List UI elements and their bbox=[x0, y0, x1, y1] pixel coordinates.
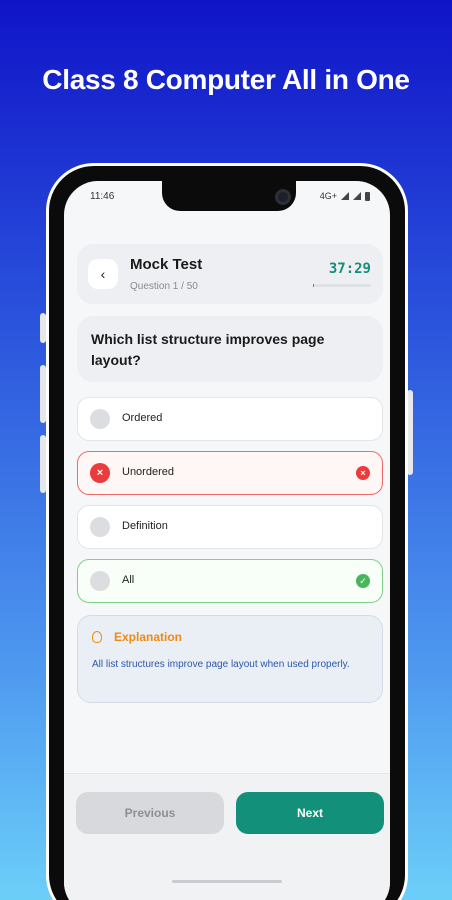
phone-frame: 11:46 4G+ ‹ Mock Test Question 1 / 50 37… bbox=[46, 163, 408, 900]
close-circle-icon: × bbox=[356, 466, 370, 480]
explanation-text: All list structures improve page layout … bbox=[92, 659, 350, 670]
navigation-footer: Previous Next bbox=[64, 773, 390, 900]
countdown-timer: 37:29 bbox=[328, 261, 371, 277]
quiz-header: ‹ Mock Test Question 1 / 50 37:29 bbox=[77, 244, 383, 304]
option-label: Ordered bbox=[122, 412, 163, 424]
option-definition[interactable]: Definition bbox=[77, 505, 383, 549]
phone-notch bbox=[162, 181, 296, 211]
back-button[interactable]: ‹ bbox=[88, 259, 118, 289]
option-label: All bbox=[122, 574, 135, 586]
option-ordered[interactable]: Ordered bbox=[77, 397, 383, 441]
question-counter: Question 1 / 50 bbox=[130, 281, 198, 292]
radio-circle-icon bbox=[90, 517, 110, 537]
previous-button[interactable]: Previous bbox=[76, 792, 224, 834]
explanation-title: Explanation bbox=[114, 630, 183, 644]
progress-bar bbox=[313, 284, 371, 287]
option-label: Unordered bbox=[122, 466, 174, 478]
page-title: Mock Test bbox=[130, 256, 203, 273]
explanation-card: Explanation All list structures improve … bbox=[77, 615, 383, 703]
status-indicators: 4G+ bbox=[320, 191, 370, 201]
radio-circle-icon bbox=[90, 571, 110, 591]
camera-icon bbox=[275, 189, 291, 205]
check-circle-icon: ✓ bbox=[356, 574, 370, 588]
lightbulb-icon bbox=[92, 631, 102, 643]
home-indicator bbox=[172, 880, 282, 883]
promo-headline: Class 8 Computer All in One bbox=[42, 64, 410, 95]
question-text: Which list structure improves page layou… bbox=[91, 331, 325, 368]
next-button[interactable]: Next bbox=[236, 792, 384, 834]
option-unordered[interactable]: × Unordered × bbox=[77, 451, 383, 495]
signal-icon bbox=[341, 192, 349, 200]
app-screen: 11:46 4G+ ‹ Mock Test Question 1 / 50 37… bbox=[64, 181, 390, 900]
status-time: 11:46 bbox=[90, 191, 115, 202]
network-label: 4G+ bbox=[319, 191, 337, 201]
signal-icon-2 bbox=[353, 192, 361, 200]
option-label: Definition bbox=[122, 520, 168, 532]
radio-circle-icon bbox=[90, 409, 110, 429]
chevron-left-icon: ‹ bbox=[100, 266, 106, 282]
battery-icon bbox=[365, 191, 370, 201]
question-card: Which list structure improves page layou… bbox=[77, 316, 383, 382]
close-icon: × bbox=[90, 463, 110, 483]
option-all[interactable]: All ✓ bbox=[77, 559, 383, 603]
progress-fill bbox=[313, 284, 315, 287]
